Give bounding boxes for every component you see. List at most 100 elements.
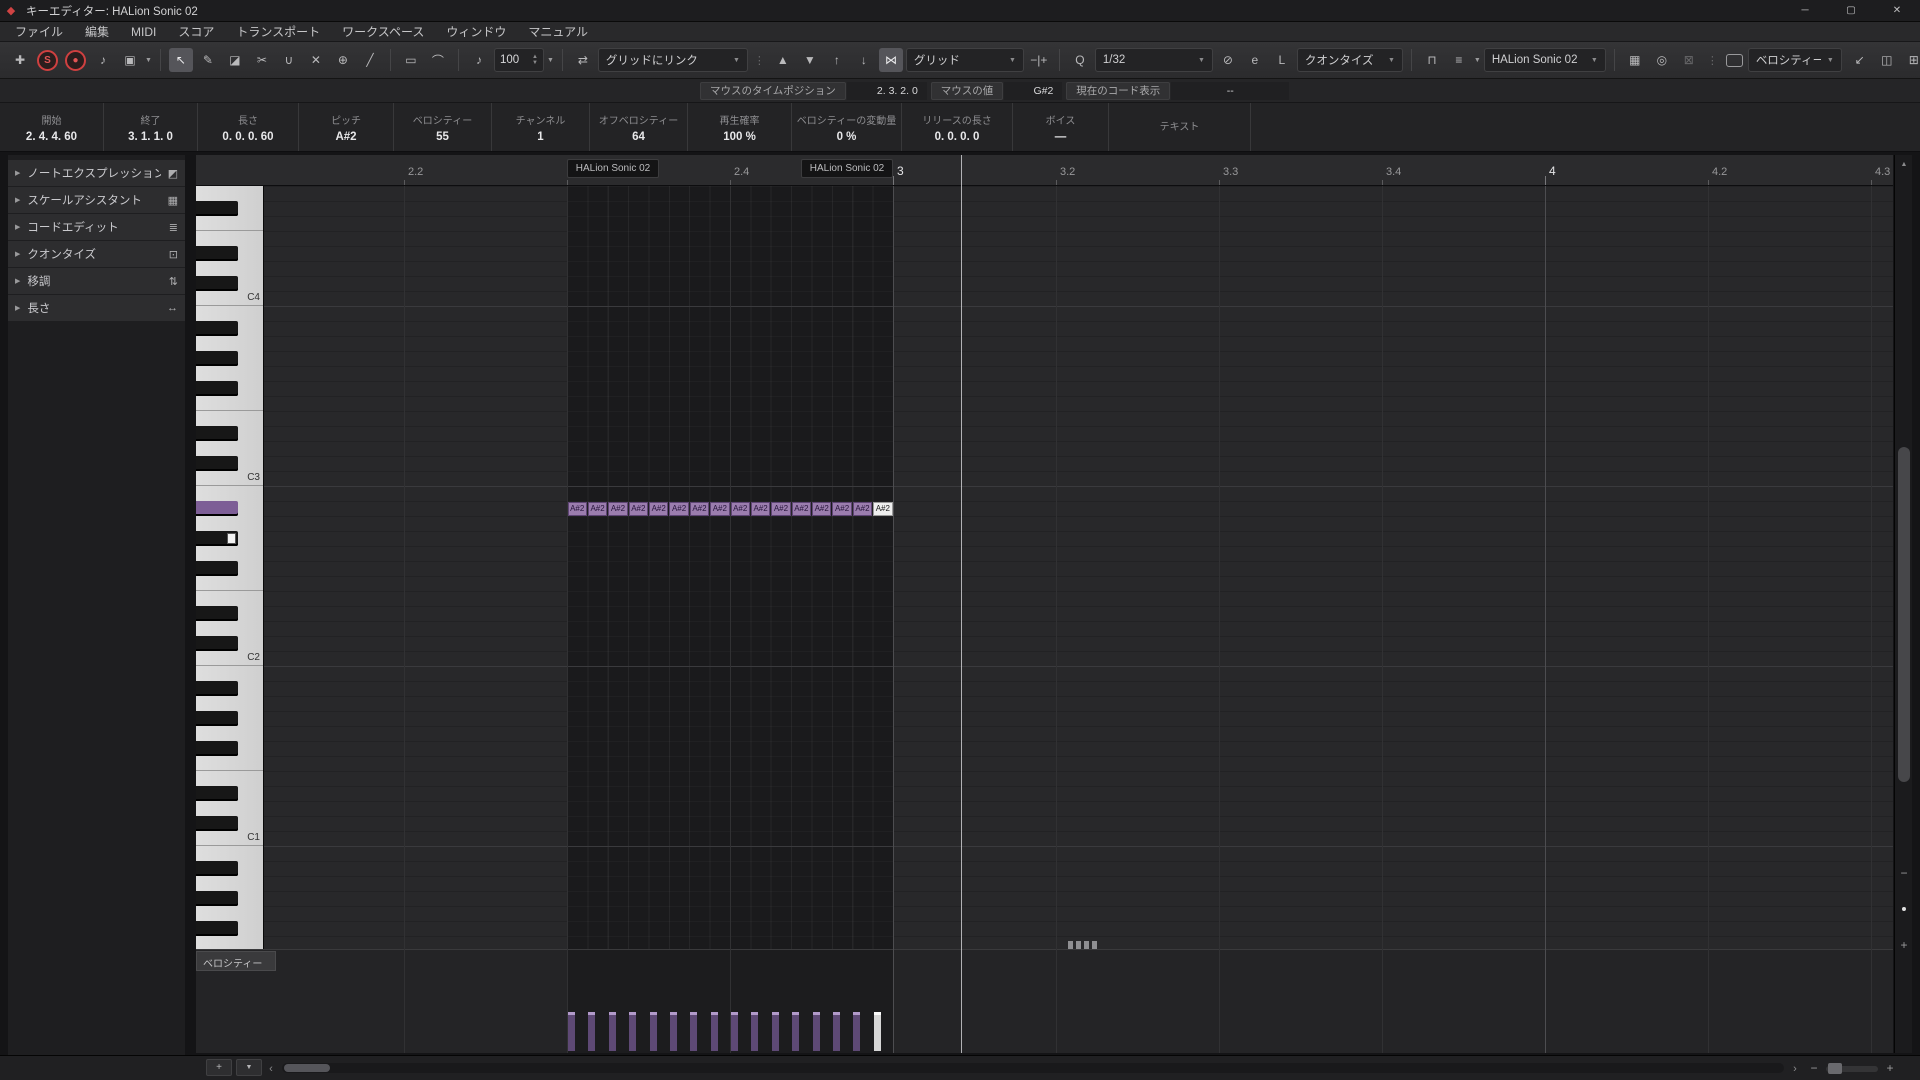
- loop-icon[interactable]: ⌒: [426, 48, 450, 72]
- piano-key-F0[interactable]: [196, 936, 264, 949]
- midi-note[interactable]: A#2: [792, 502, 811, 516]
- piano-key-C#3[interactable]: [196, 456, 264, 471]
- grid-type-select[interactable]: グリッド▼: [906, 48, 1024, 72]
- info-value-pitch[interactable]: A#2: [335, 131, 356, 143]
- inspector-section-transpose[interactable]: ▶移調⇅: [8, 268, 185, 294]
- setup-window-layout-icon[interactable]: ⊞: [1902, 48, 1920, 72]
- timeline-ruler[interactable]: 2.22.433.23.33.444.24.3HALion Sonic 02HA…: [196, 155, 1893, 186]
- piano-key-G3[interactable]: [196, 366, 264, 381]
- menu-item-midi[interactable]: MIDI: [120, 22, 167, 41]
- midi-note[interactable]: A#2: [608, 502, 627, 516]
- info-field-velocity-variation[interactable]: ベロシティーの変動量0 %: [792, 103, 902, 151]
- scroll-up-button[interactable]: ▲: [1895, 157, 1913, 171]
- velocity-bar[interactable]: [650, 1012, 657, 1051]
- piano-key-C#2[interactable]: [196, 636, 264, 651]
- info-value-release-length[interactable]: 0. 0. 0. 0: [935, 131, 980, 143]
- vertical-zoom-in-button[interactable]: +: [1895, 937, 1913, 953]
- split-tool[interactable]: ✂: [250, 48, 274, 72]
- window-zones-icon[interactable]: ◫: [1875, 48, 1899, 72]
- inspector-section-note-expression[interactable]: ▶ノートエクスプレッション◩: [8, 160, 185, 186]
- piano-key-C#1[interactable]: [196, 816, 264, 831]
- velocity-bar[interactable]: [711, 1012, 718, 1051]
- velocity-bar[interactable]: [792, 1012, 799, 1051]
- draw-tool[interactable]: ✎: [196, 48, 220, 72]
- info-field-length[interactable]: 長さ0. 0. 0. 60: [198, 103, 299, 151]
- controller-lane-handle[interactable]: [1068, 941, 1098, 949]
- iterative-quantize-icon[interactable]: ⊘: [1216, 48, 1240, 72]
- maximize-button[interactable]: ▢: [1828, 0, 1874, 21]
- insert-velocity-spinner[interactable]: 100▲▼: [494, 48, 544, 72]
- erase-tool[interactable]: ◪: [223, 48, 247, 72]
- minimize-button[interactable]: ─: [1782, 0, 1828, 21]
- inspector-section-quantize[interactable]: ▶クオンタイズ⊡: [8, 241, 185, 267]
- piano-key-A1[interactable]: [196, 696, 264, 711]
- piano-key-G#3[interactable]: [196, 351, 264, 366]
- velocity-bar[interactable]: [853, 1012, 860, 1051]
- pin-tool-icon[interactable]: ✚: [8, 48, 32, 72]
- horizontal-scrollbar[interactable]: [282, 1063, 1784, 1073]
- spin-down-icon[interactable]: ▼: [532, 60, 538, 66]
- piano-key-E4[interactable]: [196, 231, 264, 246]
- horizontal-zoom-slider[interactable]: [1826, 1066, 1878, 1072]
- velocity-lane-label[interactable]: ベロシティー: [196, 951, 276, 971]
- midi-note[interactable]: A#2: [690, 502, 709, 516]
- piano-key-D3[interactable]: [196, 441, 264, 456]
- piano-key-A#2[interactable]: [196, 501, 264, 516]
- part-name-tag[interactable]: HALion Sonic 02: [801, 159, 893, 178]
- grid-link-select[interactable]: グリッドにリンク▼: [598, 48, 748, 72]
- piano-key-B1[interactable]: [196, 666, 264, 681]
- info-field-channel[interactable]: チャンネル1: [492, 103, 590, 151]
- vertical-zoom-out-button[interactable]: −: [1895, 865, 1913, 881]
- inspector-section-chord-editing[interactable]: ▶コードエディット≣: [8, 214, 185, 240]
- piano-key-A#0[interactable]: [196, 861, 264, 876]
- grid-relative-icon[interactable]: −|+: [1027, 48, 1051, 72]
- velocity-bar[interactable]: [731, 1012, 738, 1051]
- mute-tool[interactable]: ✕: [304, 48, 328, 72]
- piano-key-E2[interactable]: [196, 591, 264, 606]
- info-value-off-velocity[interactable]: 64: [632, 131, 645, 143]
- velocity-bar[interactable]: [813, 1012, 820, 1051]
- piano-key-B2[interactable]: [196, 486, 264, 501]
- piano-key-D#1[interactable]: [196, 786, 264, 801]
- info-field-probability[interactable]: 再生確率100 %: [688, 103, 792, 151]
- scroll-right-arrow[interactable]: ›: [1788, 1061, 1802, 1076]
- color-palette-icon[interactable]: ▦: [1623, 48, 1647, 72]
- piano-key-C1[interactable]: C1: [196, 831, 264, 846]
- piano-key-D#3[interactable]: [196, 426, 264, 441]
- piano-key-F#0[interactable]: [196, 921, 264, 936]
- horizontal-zoom-thumb[interactable]: [1828, 1063, 1842, 1074]
- velocity-bar[interactable]: [609, 1012, 616, 1051]
- piano-key-D#2[interactable]: [196, 606, 264, 621]
- piano-key-F2[interactable]: [196, 576, 264, 591]
- midi-note[interactable]: A#2: [588, 502, 607, 516]
- velocity-bar[interactable]: [670, 1012, 677, 1051]
- auto-select-controllers-icon[interactable]: ▭: [399, 48, 423, 72]
- midi-note[interactable]: A#2: [649, 502, 668, 516]
- length-quantize-icon[interactable]: L: [1270, 48, 1294, 72]
- piano-key-A#1[interactable]: [196, 681, 264, 696]
- piano-key-G#2[interactable]: [196, 531, 264, 546]
- velocity-bar[interactable]: [833, 1012, 840, 1051]
- info-value-channel[interactable]: 1: [537, 131, 543, 143]
- acoustic-feedback-icon[interactable]: ♪: [91, 48, 115, 72]
- piano-key-A3[interactable]: [196, 336, 264, 351]
- midi-note[interactable]: A#2: [812, 502, 831, 516]
- info-value-probability[interactable]: 100 %: [723, 131, 756, 143]
- midi-note[interactable]: A#2: [669, 502, 688, 516]
- velocity-bar[interactable]: [629, 1012, 636, 1051]
- insert-velocity-icon[interactable]: ♪: [467, 48, 491, 72]
- part-layers-icon[interactable]: ≡: [1447, 48, 1471, 72]
- horizontal-zoom-in-button[interactable]: +: [1882, 1060, 1898, 1076]
- part-borders-icon[interactable]: ⊓: [1420, 48, 1444, 72]
- vertical-scroll-thumb[interactable]: [1898, 447, 1910, 782]
- menu-item-workspaces[interactable]: ワークスペース: [331, 22, 435, 41]
- line-tool[interactable]: ╱: [358, 48, 382, 72]
- part-select[interactable]: HALion Sonic 02▼: [1484, 48, 1606, 72]
- select-tool[interactable]: ↖: [169, 48, 193, 72]
- insert-velocity-arrow[interactable]: ▼: [547, 48, 554, 72]
- piano-key-F4[interactable]: [196, 216, 264, 231]
- velocity-bar[interactable]: [772, 1012, 779, 1051]
- velocity-bar[interactable]: [568, 1012, 575, 1051]
- info-field-end[interactable]: 終了3. 1. 1. 0: [104, 103, 198, 151]
- info-field-text[interactable]: テキスト: [1109, 103, 1251, 151]
